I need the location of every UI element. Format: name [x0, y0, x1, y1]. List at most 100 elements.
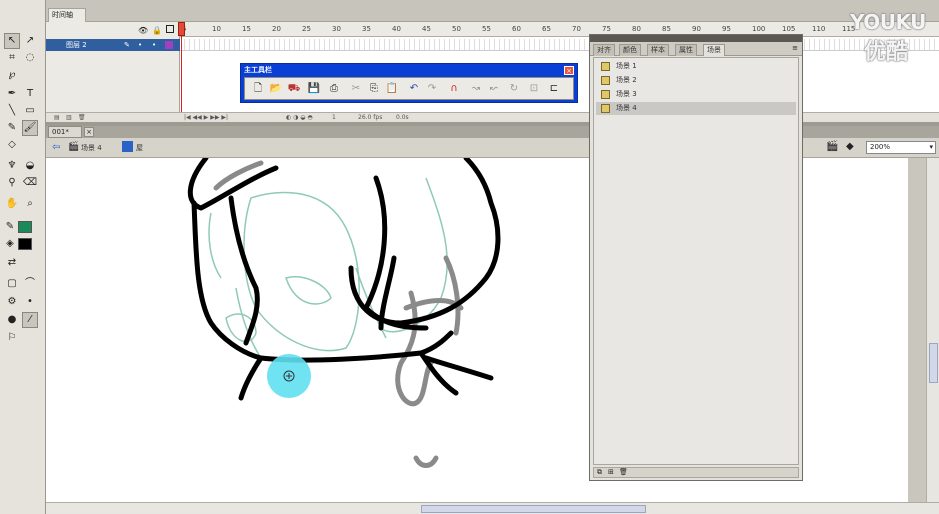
add-layer-icon[interactable]: ▤	[54, 114, 60, 121]
scene-list-item[interactable]: 场景 3	[596, 88, 796, 101]
frame-tick-label: 60	[512, 25, 521, 33]
edit-bar: ⇦ 🎬 场景 4 屋 🎬 ◆ 200% ▾	[46, 138, 939, 158]
zoom-select[interactable]: 200% ▾	[866, 141, 936, 154]
stage-vertical-scrollbar[interactable]	[926, 158, 939, 502]
swap-colors-icon[interactable]: ⇄	[4, 255, 20, 271]
panel-drag-bar[interactable]	[590, 35, 802, 42]
selection-tool-icon[interactable]: ↖	[4, 33, 20, 49]
copy-icon[interactable]: ⎘	[367, 82, 381, 96]
playhead-handle[interactable]	[178, 22, 185, 36]
symbol-icon	[122, 141, 133, 152]
tab-color[interactable]: 颜色	[619, 44, 641, 56]
snap-magnet-icon[interactable]: ∩	[447, 82, 461, 96]
delete-scene-icon[interactable]: 🗑	[619, 468, 628, 476]
edit-symbol-icon[interactable]: ◆	[846, 141, 854, 152]
brush-mode-icon[interactable]: ⚙	[4, 294, 20, 310]
eraser2-tool-icon[interactable]: ⌫	[22, 175, 38, 191]
stage-horizontal-scrollbar[interactable]	[46, 502, 939, 514]
panel-tabs: 对齐 颜色 样本 属性 场景 ≡	[590, 42, 802, 56]
paint-bucket-tool-icon[interactable]: ◒	[22, 158, 38, 174]
fill-color-swatch[interactable]	[18, 238, 32, 250]
back-arrow-icon[interactable]: ⇦	[52, 142, 60, 153]
paste-icon[interactable]: 📋	[385, 82, 399, 96]
open-file-icon[interactable]: 📂	[269, 82, 283, 96]
snap-icon[interactable]: ⌒	[22, 276, 38, 292]
main-toolbar-window[interactable]: 主工具栏 × 🗋 📂 ⛟ 💾 ⎙ ✂ ⎘ 📋 ↶ ↷ ∩ ↝ ↜ ↻ ⊡ ⊏	[240, 63, 578, 103]
scene-breadcrumb[interactable]: 场景 4	[81, 143, 102, 153]
object-drawing-icon[interactable]: ▢	[4, 276, 20, 292]
hand-tool-icon[interactable]: ✋	[4, 196, 20, 212]
free-transform-tool-icon[interactable]: ⌗	[4, 50, 20, 66]
eraser-tool-icon[interactable]: ◇	[4, 137, 20, 153]
main-toolbar-title: 主工具栏	[244, 66, 272, 74]
duplicate-scene-icon[interactable]: ⧉	[597, 468, 602, 477]
undo-icon[interactable]: ↶	[407, 82, 421, 96]
frames-row[interactable]	[180, 39, 939, 51]
straighten-icon[interactable]: ↜	[487, 82, 501, 96]
eye-icon[interactable]: 👁	[138, 26, 148, 35]
print-icon[interactable]: ⎙	[327, 82, 341, 96]
scale-icon[interactable]: ⊡	[527, 82, 541, 96]
tab-align[interactable]: 对齐	[593, 44, 615, 56]
delete-layer-icon[interactable]: 🗑	[78, 114, 86, 121]
close-document-icon[interactable]: ×	[84, 127, 94, 137]
zoom-tool-icon[interactable]: ⌕	[22, 196, 38, 212]
vertical-scroll-thumb[interactable]	[929, 343, 938, 383]
line-tool-icon[interactable]: ╲	[4, 103, 20, 119]
frame-tick-label: 105	[782, 25, 796, 33]
visibility-dot-icon[interactable]: •	[138, 39, 142, 51]
scene-list-item-selected[interactable]: 场景 4	[596, 102, 796, 115]
tab-scene[interactable]: 场景	[703, 44, 725, 56]
add-scene-icon[interactable]: ⊞	[608, 468, 614, 476]
ink-bottle-tool-icon[interactable]: ♆	[4, 158, 20, 174]
add-folder-icon[interactable]: ▥	[66, 114, 72, 121]
close-icon[interactable]: ×	[564, 66, 574, 75]
timeline-tab[interactable]: 时间轴	[48, 8, 86, 22]
lasso-tool-icon[interactable]: ℘	[4, 67, 20, 83]
brush-size-icon[interactable]: •	[22, 294, 38, 310]
scene-list-item[interactable]: 场景 2	[596, 74, 796, 87]
brush-tool-icon[interactable]: 🖌	[22, 120, 38, 136]
frame-tick-label: 100	[752, 25, 766, 33]
symbol-breadcrumb[interactable]: 屋	[136, 143, 143, 153]
youku-watermark: YOUKU 优酷	[850, 10, 932, 68]
text-tool-icon[interactable]: T	[22, 86, 38, 102]
pen-tool-icon[interactable]: ✒	[4, 86, 20, 102]
edit-scene-icon[interactable]: 🎬	[826, 141, 838, 152]
timeline-footer: ▤ ▥ 🗑 |◀ ◀◀ ▶ ▶▶ ▶| ◐ ◑ ◒ ◓ 1 26.0 fps 0…	[46, 112, 939, 122]
sketch-fold-shape	[285, 276, 332, 305]
tab-swatches[interactable]: 样本	[647, 44, 669, 56]
new-file-icon[interactable]: 🗋	[251, 82, 265, 96]
brush-pressure-icon[interactable]: ⁄	[22, 312, 38, 328]
stroke-color-swatch[interactable]	[18, 221, 32, 233]
panel-menu-icon[interactable]: ≡	[792, 44, 798, 52]
layer-row-2[interactable]: 图层 2 ✎ • •	[46, 39, 180, 51]
pencil-tool-icon[interactable]: ✎	[4, 120, 20, 136]
lock-icon[interactable]: 🔒	[152, 26, 162, 35]
tab-properties[interactable]: 属性	[675, 44, 697, 56]
smooth-icon[interactable]: ↝	[469, 82, 483, 96]
horizontal-scroll-thumb[interactable]	[421, 505, 646, 513]
rotate-icon[interactable]: ↻	[507, 82, 521, 96]
gradient-transform-tool-icon[interactable]: ◌	[22, 50, 38, 66]
align-icon[interactable]: ⊏	[547, 82, 561, 96]
scene-list-item[interactable]: 场景 1	[596, 60, 796, 73]
subselection-tool-icon[interactable]: ↗	[22, 33, 38, 49]
document-tab[interactable]: 001*	[48, 126, 82, 138]
bridge-icon[interactable]: ⛟	[287, 82, 301, 96]
playback-controls[interactable]: |◀ ◀◀ ▶ ▶▶ ▶|	[184, 114, 228, 121]
sketch-body-shape	[243, 191, 360, 352]
save-icon[interactable]: 💾	[307, 82, 321, 96]
lock-fill-icon[interactable]: ⚐	[4, 330, 20, 346]
watermark-cn: 优酷	[864, 40, 909, 65]
onion-skin-icon[interactable]: ◐ ◑ ◒ ◓	[286, 114, 313, 121]
redo-icon[interactable]: ↷	[425, 82, 439, 96]
rectangle-tool-icon[interactable]: ▭	[22, 103, 38, 119]
eyedropper-tool-icon[interactable]: ⚲	[4, 175, 20, 191]
lock-dot-icon[interactable]: •	[152, 39, 156, 51]
brush-shape-icon[interactable]: ●	[4, 312, 20, 328]
cut-icon[interactable]: ✂	[349, 82, 363, 96]
frame-ruler[interactable]: 5101520253035404550556065707580859095100…	[180, 22, 939, 37]
frame-tick-label: 45	[422, 25, 431, 33]
outline-icon[interactable]	[166, 25, 174, 33]
